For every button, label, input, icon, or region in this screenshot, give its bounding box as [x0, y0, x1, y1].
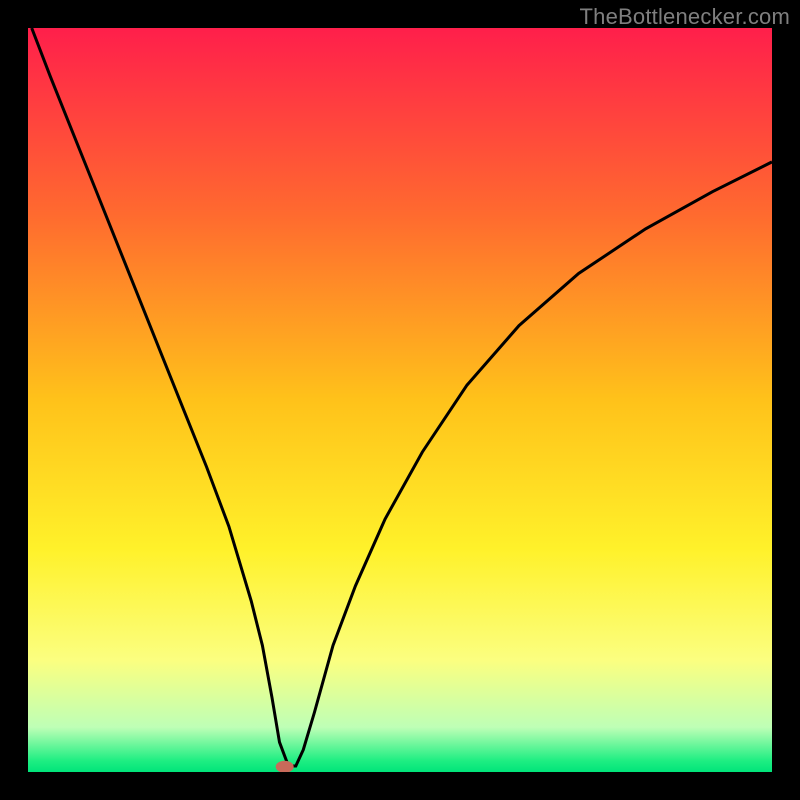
- chart-svg: [28, 28, 772, 772]
- chart-frame: TheBottlenecker.com: [0, 0, 800, 800]
- chart-background: [28, 28, 772, 772]
- plot-area: [28, 28, 772, 772]
- attribution-label: TheBottlenecker.com: [580, 4, 790, 30]
